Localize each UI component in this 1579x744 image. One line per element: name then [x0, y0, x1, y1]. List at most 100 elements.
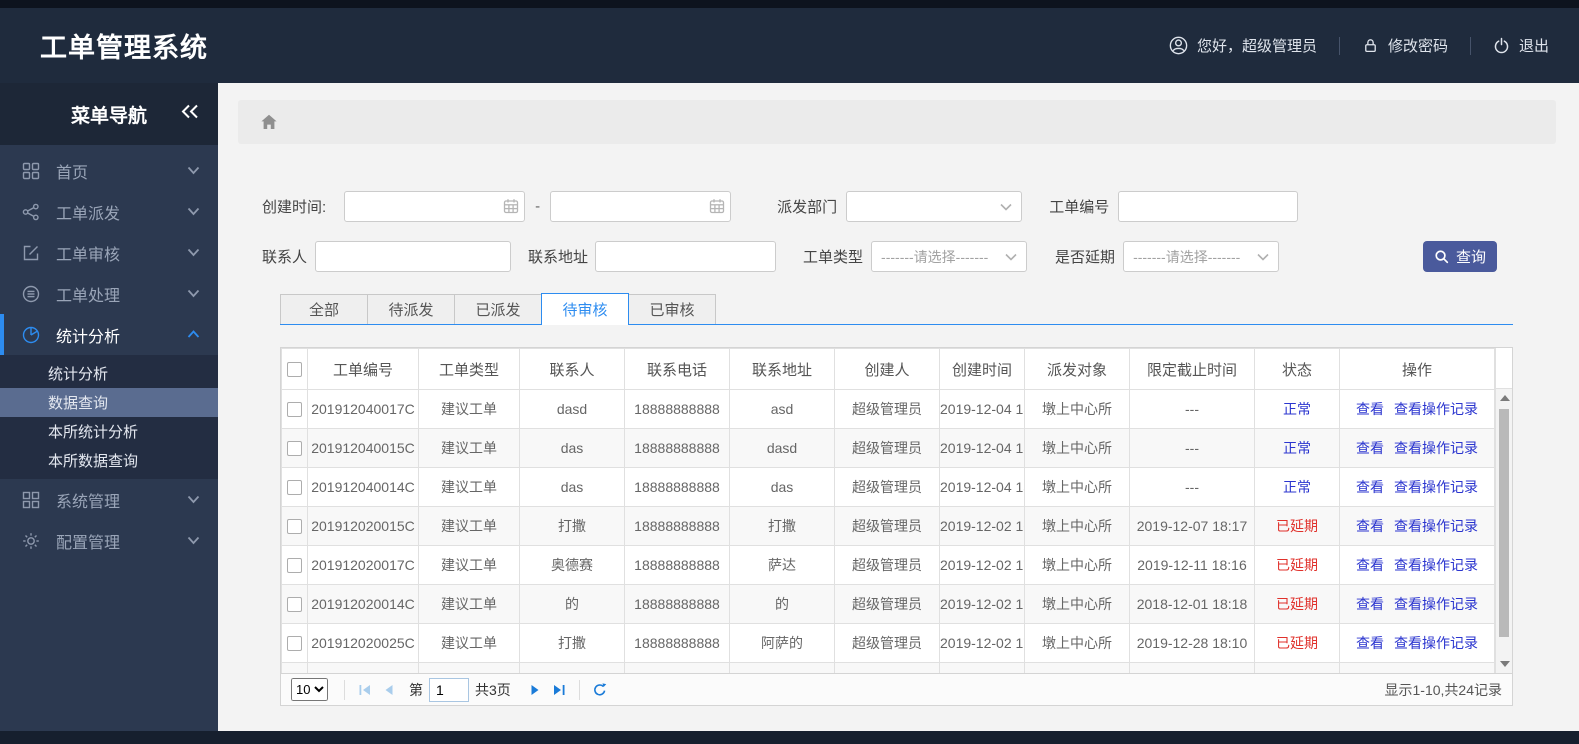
view-log-link[interactable]: 查看操作记录: [1394, 518, 1478, 534]
view-link[interactable]: 查看: [1356, 557, 1384, 573]
row-checkbox[interactable]: [287, 558, 302, 574]
view-log-link[interactable]: 查看操作记录: [1394, 557, 1478, 573]
address-input[interactable]: [595, 241, 777, 272]
order-no-input[interactable]: [1118, 191, 1299, 222]
created-to-field: [550, 191, 732, 222]
dispatch-dept-label: 派发部门: [777, 199, 838, 216]
address-field: [595, 241, 777, 272]
scroll-down-arrow[interactable]: [1500, 661, 1510, 667]
row-checkbox[interactable]: [287, 441, 302, 457]
edit-icon: [22, 244, 42, 262]
logout-link[interactable]: 退出: [1493, 35, 1549, 56]
calendar-icon[interactable]: [503, 198, 519, 214]
sidebar-item-label: 系统管理: [56, 493, 121, 511]
sidebar-collapse-button[interactable]: [180, 104, 200, 119]
logout-text: 退出: [1518, 38, 1549, 55]
sidebar-header: 菜单导航: [0, 83, 218, 145]
row-checkbox[interactable]: [287, 480, 302, 496]
previous-page-button[interactable]: [377, 678, 401, 702]
created-from-input[interactable]: [344, 191, 526, 222]
chevron-down-icon: [1257, 253, 1269, 261]
view-log-link[interactable]: 查看操作记录: [1394, 635, 1478, 651]
row-checkbox[interactable]: [287, 597, 302, 613]
sidebar-item-home[interactable]: 首页: [0, 150, 218, 191]
sidebar-item-statistics[interactable]: 统计分析: [0, 314, 218, 355]
cell-order-id: 201912040014C: [307, 467, 419, 507]
page-number-input[interactable]: [429, 677, 469, 702]
page-size-select[interactable]: 10: [291, 678, 328, 701]
cell-deadline: 2019-12-28 18:10: [1129, 623, 1255, 663]
submenu-item-label: 统计分析: [48, 366, 109, 383]
next-page-button[interactable]: [523, 678, 547, 702]
created-to-input[interactable]: [550, 191, 732, 222]
cell-target: 墩上中心所: [1024, 506, 1130, 546]
view-log-link[interactable]: 查看操作记录: [1394, 440, 1478, 456]
submenu-item-statistics[interactable]: 统计分析: [0, 359, 218, 388]
change-password-link[interactable]: 修改密码: [1362, 35, 1448, 56]
calendar-icon[interactable]: [709, 198, 725, 214]
tab-dispatched[interactable]: 已派发: [454, 294, 542, 324]
row-checkbox[interactable]: [287, 402, 302, 418]
filter-form: 创建时间: - 派发部门 工单编号 联系人 联系地址 工单类型 -------请…: [238, 191, 1556, 272]
sidebar-item-config[interactable]: 配置管理: [0, 520, 218, 561]
sidebar-item-process[interactable]: 工单处理: [0, 273, 218, 314]
cell-address: dasd: [729, 428, 835, 468]
cell-order-id: 201912020015C: [307, 506, 419, 546]
view-log-link[interactable]: 查看操作记录: [1394, 401, 1478, 417]
view-link[interactable]: 查看: [1356, 401, 1384, 417]
topbar: 工单管理系统 您好，超级管理员 修改密码 退出: [0, 8, 1579, 83]
filter-row-1: 创建时间: - 派发部门 工单编号: [262, 191, 1556, 222]
view-link[interactable]: 查看: [1356, 479, 1384, 495]
dispatch-dept-select[interactable]: [846, 191, 1023, 222]
tab-pending-dispatch[interactable]: 待派发: [367, 294, 455, 324]
last-page-button[interactable]: [547, 678, 571, 702]
delay-select[interactable]: -------请选择-------: [1123, 241, 1280, 272]
user-greeting[interactable]: 您好，超级管理员: [1169, 35, 1317, 56]
sidebar-item-dispatch[interactable]: 工单派发: [0, 191, 218, 232]
scrollbar-track[interactable]: [1495, 389, 1512, 673]
cell-deadline: 2019-12-07 18:17: [1129, 506, 1255, 546]
row-checkbox[interactable]: [287, 636, 302, 652]
select-all-checkbox[interactable]: [287, 362, 302, 378]
order-no-label: 工单编号: [1049, 199, 1110, 216]
submenu-item-label: 本所数据查询: [48, 453, 139, 470]
pie-chart-icon: [22, 326, 42, 344]
submenu-item-local-data-query[interactable]: 本所数据查询: [0, 446, 218, 475]
contact-input[interactable]: [315, 241, 512, 272]
order-type-select[interactable]: -------请选择-------: [871, 241, 1028, 272]
status-badge: 已延期: [1276, 518, 1318, 534]
first-page-button[interactable]: [353, 678, 377, 702]
sidebar-item-label: 工单审核: [56, 246, 121, 264]
row-checkbox[interactable]: [287, 519, 302, 535]
column-header: 联系人: [519, 348, 625, 390]
view-link[interactable]: 查看: [1356, 635, 1384, 651]
divider: [1469, 36, 1471, 55]
cell-creator: 超级管理员: [834, 389, 940, 429]
tab-reviewed[interactable]: 已审核: [628, 294, 716, 324]
cell-contact: das: [519, 428, 625, 468]
divider: [1338, 36, 1340, 55]
status-badge: 正常: [1283, 401, 1311, 417]
tab-label: 已派发: [475, 302, 521, 319]
view-link[interactable]: 查看: [1356, 596, 1384, 612]
refresh-icon[interactable]: [588, 678, 612, 702]
home-icon[interactable]: [260, 114, 278, 130]
scroll-up-arrow[interactable]: [1500, 395, 1510, 401]
view-log-link[interactable]: 查看操作记录: [1394, 596, 1478, 612]
submenu-item-data-query[interactable]: 数据查询: [0, 388, 218, 417]
tab-pending-review[interactable]: 待审核: [541, 293, 629, 325]
view-link[interactable]: 查看: [1356, 440, 1384, 456]
table-row-partial: [281, 662, 1495, 673]
view-log-link[interactable]: 查看操作记录: [1394, 479, 1478, 495]
tab-all[interactable]: 全部: [280, 294, 368, 324]
cell-target: 墩上中心所: [1024, 389, 1130, 429]
sidebar-item-review[interactable]: 工单审核: [0, 232, 218, 273]
submenu-item-local-statistics[interactable]: 本所统计分析: [0, 417, 218, 446]
work-order-app: 工单管理系统 您好，超级管理员 修改密码 退出 菜单导航 首页 工单派发 工单审…: [0, 0, 1579, 744]
view-link[interactable]: 查看: [1356, 518, 1384, 534]
sidebar-item-system[interactable]: 系统管理: [0, 479, 218, 520]
cell-deadline: ---: [1129, 428, 1255, 468]
search-button[interactable]: 查询: [1423, 241, 1497, 272]
scrollbar-thumb[interactable]: [1499, 409, 1509, 637]
table-row: 201912020015C 建议工单 打撒 18888888888 打撒 超级管…: [281, 506, 1495, 546]
